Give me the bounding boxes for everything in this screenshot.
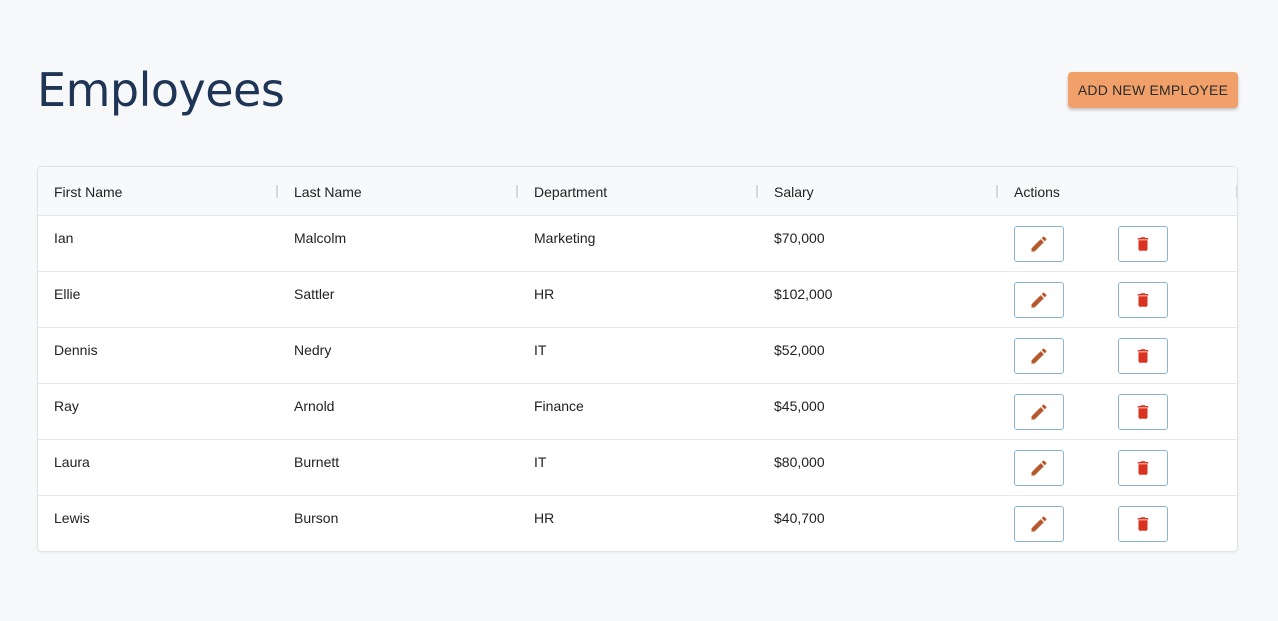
edit-button[interactable]: [1014, 506, 1064, 542]
column-header-label: Actions: [1014, 184, 1060, 200]
cell-department: HR: [534, 510, 555, 526]
column-header-salary[interactable]: Salary: [758, 167, 998, 215]
trash-icon: [1137, 461, 1149, 475]
cell-first-name: Ian: [54, 230, 74, 246]
cell-last-name: Sattler: [294, 286, 335, 302]
employees-page: Employees ADD NEW EMPLOYEE First Name La…: [0, 0, 1278, 621]
column-header-label: First Name: [54, 184, 123, 200]
trash-icon: [1137, 517, 1149, 531]
cell-first-name: Dennis: [54, 342, 98, 358]
column-header-department[interactable]: Department: [518, 167, 758, 215]
cell-department: Finance: [534, 398, 584, 414]
trash-icon: [1137, 237, 1149, 251]
pencil-icon: [1031, 348, 1047, 364]
delete-button[interactable]: [1118, 506, 1168, 542]
trash-icon: [1137, 405, 1149, 419]
delete-button[interactable]: [1118, 226, 1168, 262]
table-body: Ian Malcolm Marketing $70,000 Ellie Satt…: [38, 216, 1237, 551]
column-header-first-name[interactable]: First Name: [38, 167, 278, 215]
add-new-employee-button[interactable]: ADD NEW EMPLOYEE: [1068, 72, 1238, 108]
cell-last-name: Malcolm: [294, 230, 347, 246]
cell-salary: $45,000: [774, 398, 825, 414]
cell-last-name: Nedry: [294, 342, 332, 358]
delete-button[interactable]: [1118, 282, 1168, 318]
trash-icon: [1137, 349, 1149, 363]
pencil-icon: [1031, 516, 1047, 532]
table-header-row: First Name Last Name Department Salary A…: [38, 167, 1237, 216]
cell-first-name: Ellie: [54, 286, 81, 302]
cell-department: Marketing: [534, 230, 596, 246]
pencil-icon: [1031, 404, 1047, 420]
cell-last-name: Burson: [294, 510, 339, 526]
edit-button[interactable]: [1014, 450, 1064, 486]
table-row: Lewis Burson HR $40,700: [38, 496, 1237, 551]
delete-button[interactable]: [1118, 394, 1168, 430]
pencil-icon: [1031, 460, 1047, 476]
table-row: Ray Arnold Finance $45,000: [38, 384, 1237, 440]
cell-salary: $80,000: [774, 454, 825, 470]
column-header-label: Last Name: [294, 184, 362, 200]
column-header-label: Department: [534, 184, 608, 200]
column-header-actions: Actions: [998, 167, 1237, 215]
table-row: Dennis Nedry IT $52,000: [38, 328, 1237, 384]
column-header-label: Salary: [774, 184, 814, 200]
edit-button[interactable]: [1014, 338, 1064, 374]
edit-button[interactable]: [1014, 394, 1064, 430]
pencil-icon: [1031, 236, 1047, 252]
page-title: Employees: [37, 63, 285, 117]
employees-table: First Name Last Name Department Salary A…: [37, 166, 1238, 552]
trash-icon: [1137, 293, 1149, 307]
cell-salary: $70,000: [774, 230, 825, 246]
pencil-icon: [1031, 292, 1047, 308]
cell-first-name: Ray: [54, 398, 79, 414]
delete-button[interactable]: [1118, 338, 1168, 374]
cell-salary: $52,000: [774, 342, 825, 358]
cell-salary: $40,700: [774, 510, 825, 526]
edit-button[interactable]: [1014, 282, 1064, 318]
cell-department: IT: [534, 454, 547, 470]
table-row: Ian Malcolm Marketing $70,000: [38, 216, 1237, 272]
cell-last-name: Burnett: [294, 454, 340, 470]
table-row: Laura Burnett IT $80,000: [38, 440, 1237, 496]
edit-button[interactable]: [1014, 226, 1064, 262]
cell-salary: $102,000: [774, 286, 833, 302]
column-separator[interactable]: [1236, 185, 1237, 198]
table-row: Ellie Sattler HR $102,000: [38, 272, 1237, 328]
cell-department: HR: [534, 286, 555, 302]
column-header-last-name[interactable]: Last Name: [278, 167, 518, 215]
cell-last-name: Arnold: [294, 398, 335, 414]
cell-department: IT: [534, 342, 547, 358]
delete-button[interactable]: [1118, 450, 1168, 486]
cell-first-name: Lewis: [54, 510, 90, 526]
cell-first-name: Laura: [54, 454, 90, 470]
